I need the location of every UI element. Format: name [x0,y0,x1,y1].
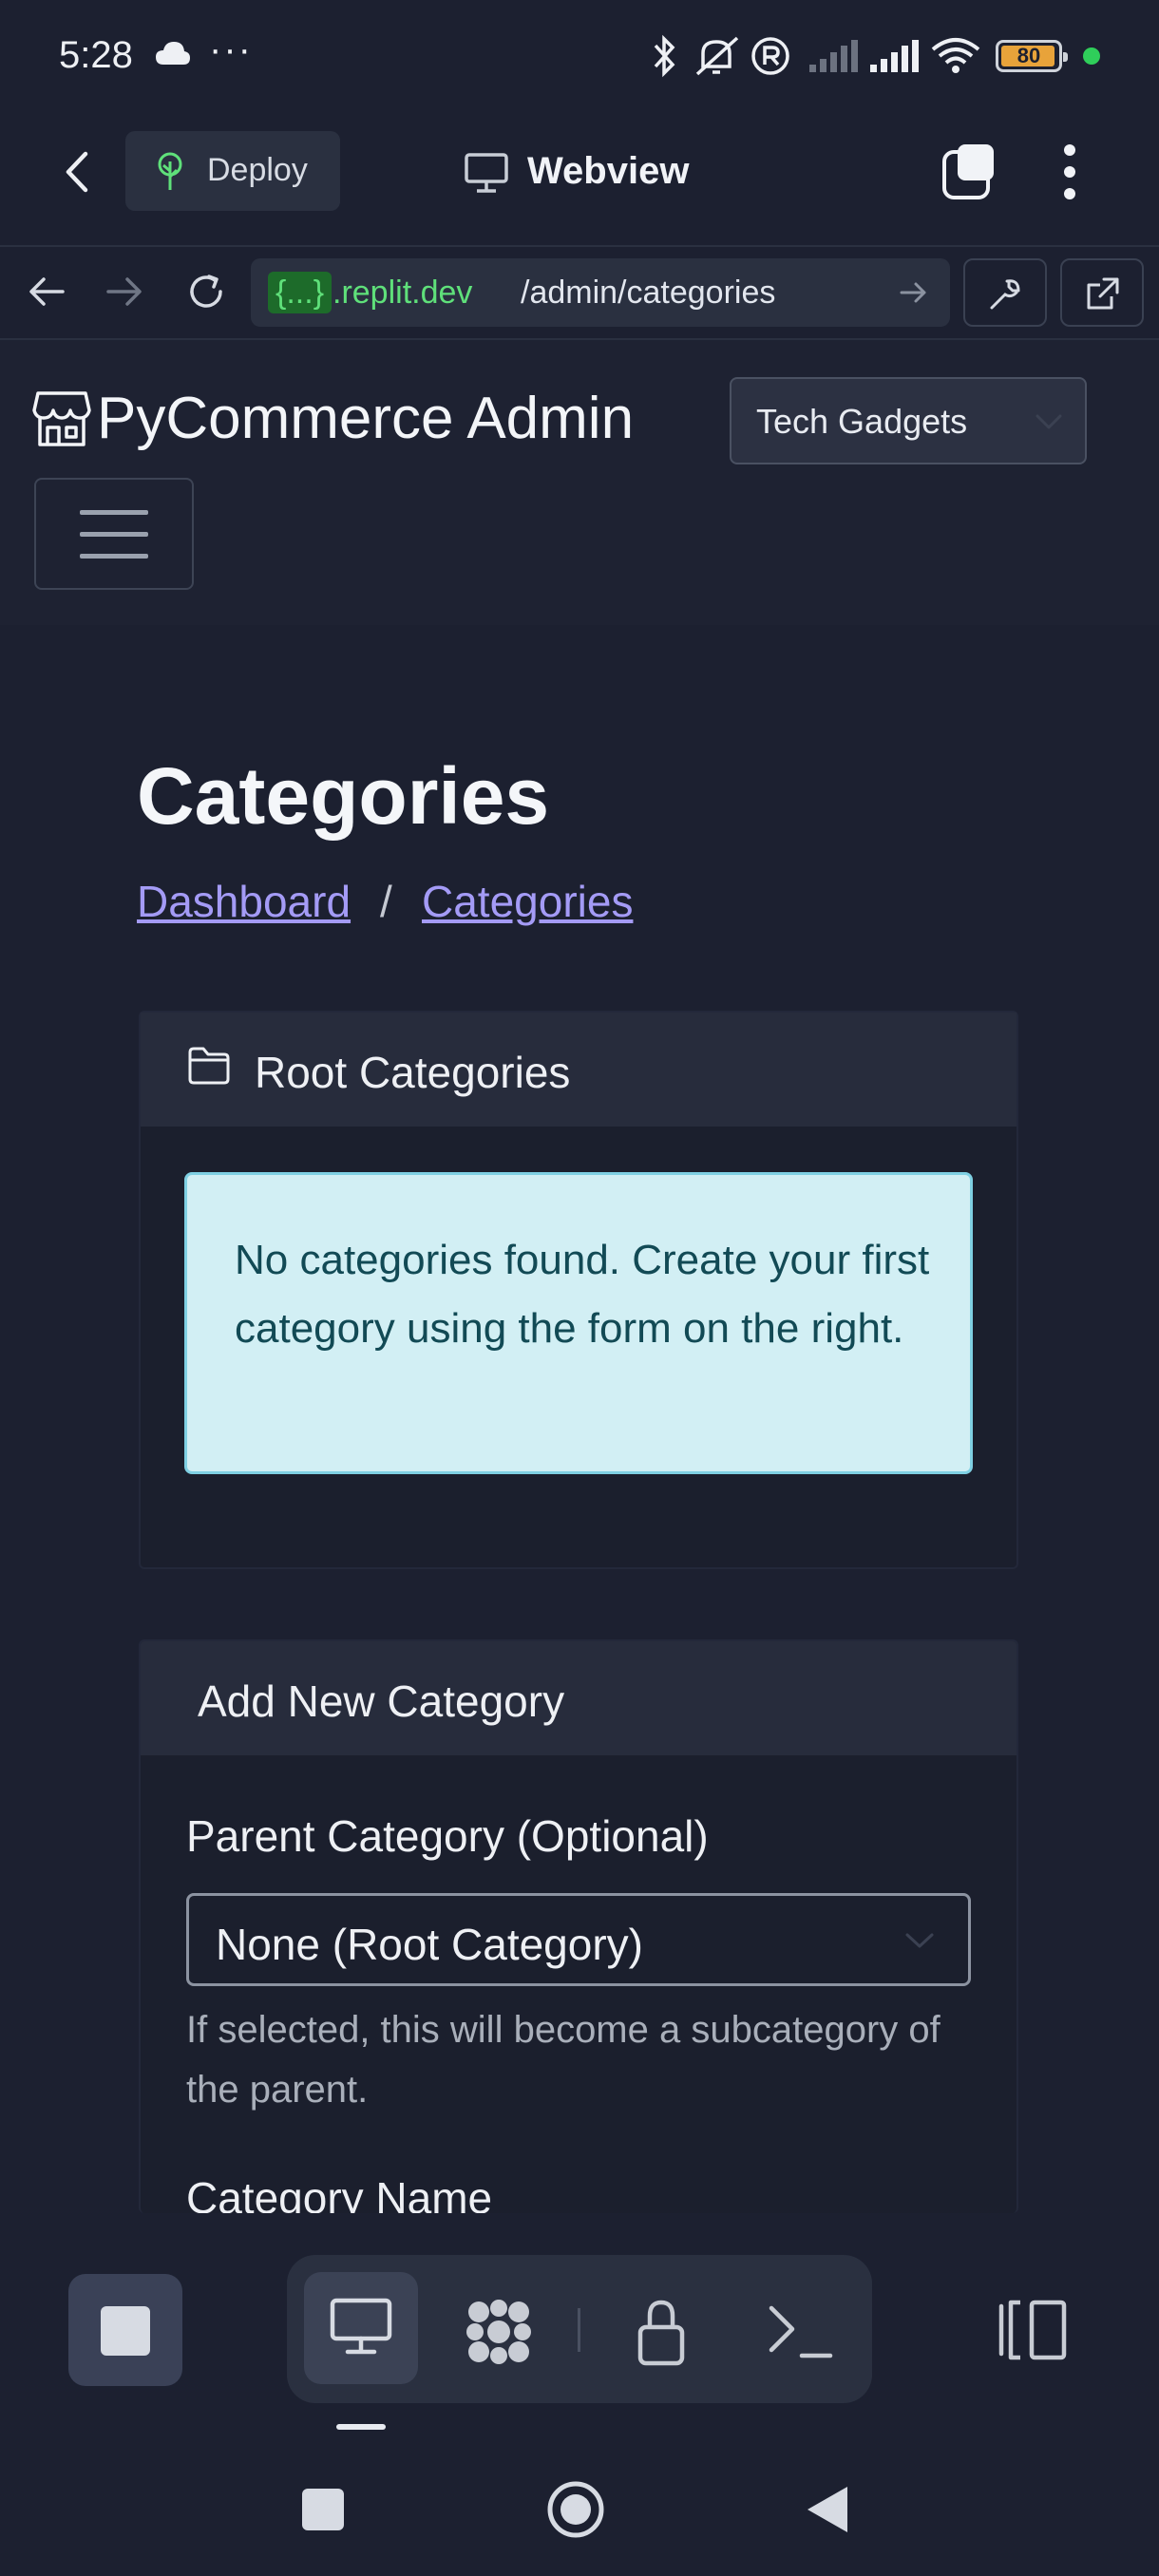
chevron-down-icon [1034,411,1064,432]
back-button[interactable] [59,148,97,196]
split-panel-icon[interactable] [998,2299,1068,2361]
tool-divider [578,2308,580,2352]
url-field[interactable]: {...} .replit.dev /admin/categories [251,258,950,327]
chevron-left-icon [66,151,88,193]
url-path: /admin/categories [521,275,776,311]
parent-category-value: None (Root Category) [216,1920,643,1969]
deploy-label: Deploy [207,152,308,188]
cloud-icon [154,40,192,66]
chevron-down-icon [903,1930,936,1951]
webview-tool-button[interactable] [304,2272,418,2384]
url-host: .replit.dev [332,275,473,311]
nav-back-icon[interactable] [27,272,66,312]
parent-category-label: Parent Category (Optional) [186,1811,709,1861]
tabs-icon[interactable] [940,142,998,201]
deploy-tree-icon [150,150,190,192]
signal-icon [808,40,859,72]
wrench-icon [986,275,1024,313]
store-select[interactable]: Tech Gadgets [730,377,1087,464]
registered-icon [750,36,790,76]
bluetooth-icon [650,34,678,78]
battery-icon: 80 [996,40,1068,72]
monitor-icon [464,152,509,194]
monitor-icon [329,2297,393,2358]
devtools-button[interactable] [963,258,1047,327]
home-icon[interactable] [545,2479,606,2540]
root-categories-header: Root Categories [141,1013,1016,1127]
alert-message: No categories found. Create your first c… [235,1237,930,1352]
more-menu-icon[interactable] [1060,142,1079,201]
open-external-button[interactable] [1060,258,1144,327]
url-tag: {...} [268,272,332,313]
agent-tool-icon[interactable] [464,2297,534,2367]
reload-icon[interactable] [184,270,228,313]
external-link-icon [1083,275,1121,313]
wifi-icon [931,36,980,74]
deploy-button[interactable]: Deploy [125,131,340,211]
nav-forward-icon[interactable] [104,272,144,312]
go-arrow-icon[interactable] [899,277,929,308]
add-category-header: Add New Category [141,1641,1016,1755]
signal-icon [868,40,920,72]
parent-category-select[interactable]: None (Root Category) [186,1893,971,1986]
overflow-dots: ··· [209,28,253,70]
category-name-label: Category Name [186,2173,493,2213]
status-time: 5:28 [59,34,133,76]
category-name-label-clip: Category Name [186,2171,1041,2213]
webview-title: Webview [527,150,690,192]
folder-icon [186,1045,232,1087]
hamburger-icon [80,510,148,515]
store-select-value: Tech Gadgets [756,402,968,441]
breadcrumb-categories[interactable]: Categories [422,876,633,927]
navbar-toggler[interactable] [34,478,194,590]
privacy-indicator [1083,47,1100,65]
lock-icon[interactable] [631,2297,692,2367]
brand-title[interactable]: PyCommerce Admin [97,385,634,452]
back-nav-icon[interactable] [804,2483,851,2536]
mute-icon [694,34,741,78]
page-title: Categories [137,751,550,841]
breadcrumb-dashboard[interactable]: Dashboard [137,876,351,927]
terminal-icon[interactable] [766,2299,836,2365]
root-categories-title: Root Categories [255,1048,571,1097]
active-tool-indicator [336,2424,386,2430]
stop-icon [101,2306,150,2356]
battery-level: 80 [1016,44,1041,67]
shop-icon [32,389,91,448]
empty-categories-alert: No categories found. Create your first c… [184,1172,973,1474]
breadcrumb-separator: / [380,877,392,926]
parent-category-help: If selected, this will become a subcateg… [186,2009,940,2111]
stop-button[interactable] [68,2274,182,2386]
status-bar: 5:28 ··· 80 [0,0,1159,114]
recents-icon[interactable] [302,2489,344,2530]
add-category-title: Add New Category [198,1676,565,1726]
